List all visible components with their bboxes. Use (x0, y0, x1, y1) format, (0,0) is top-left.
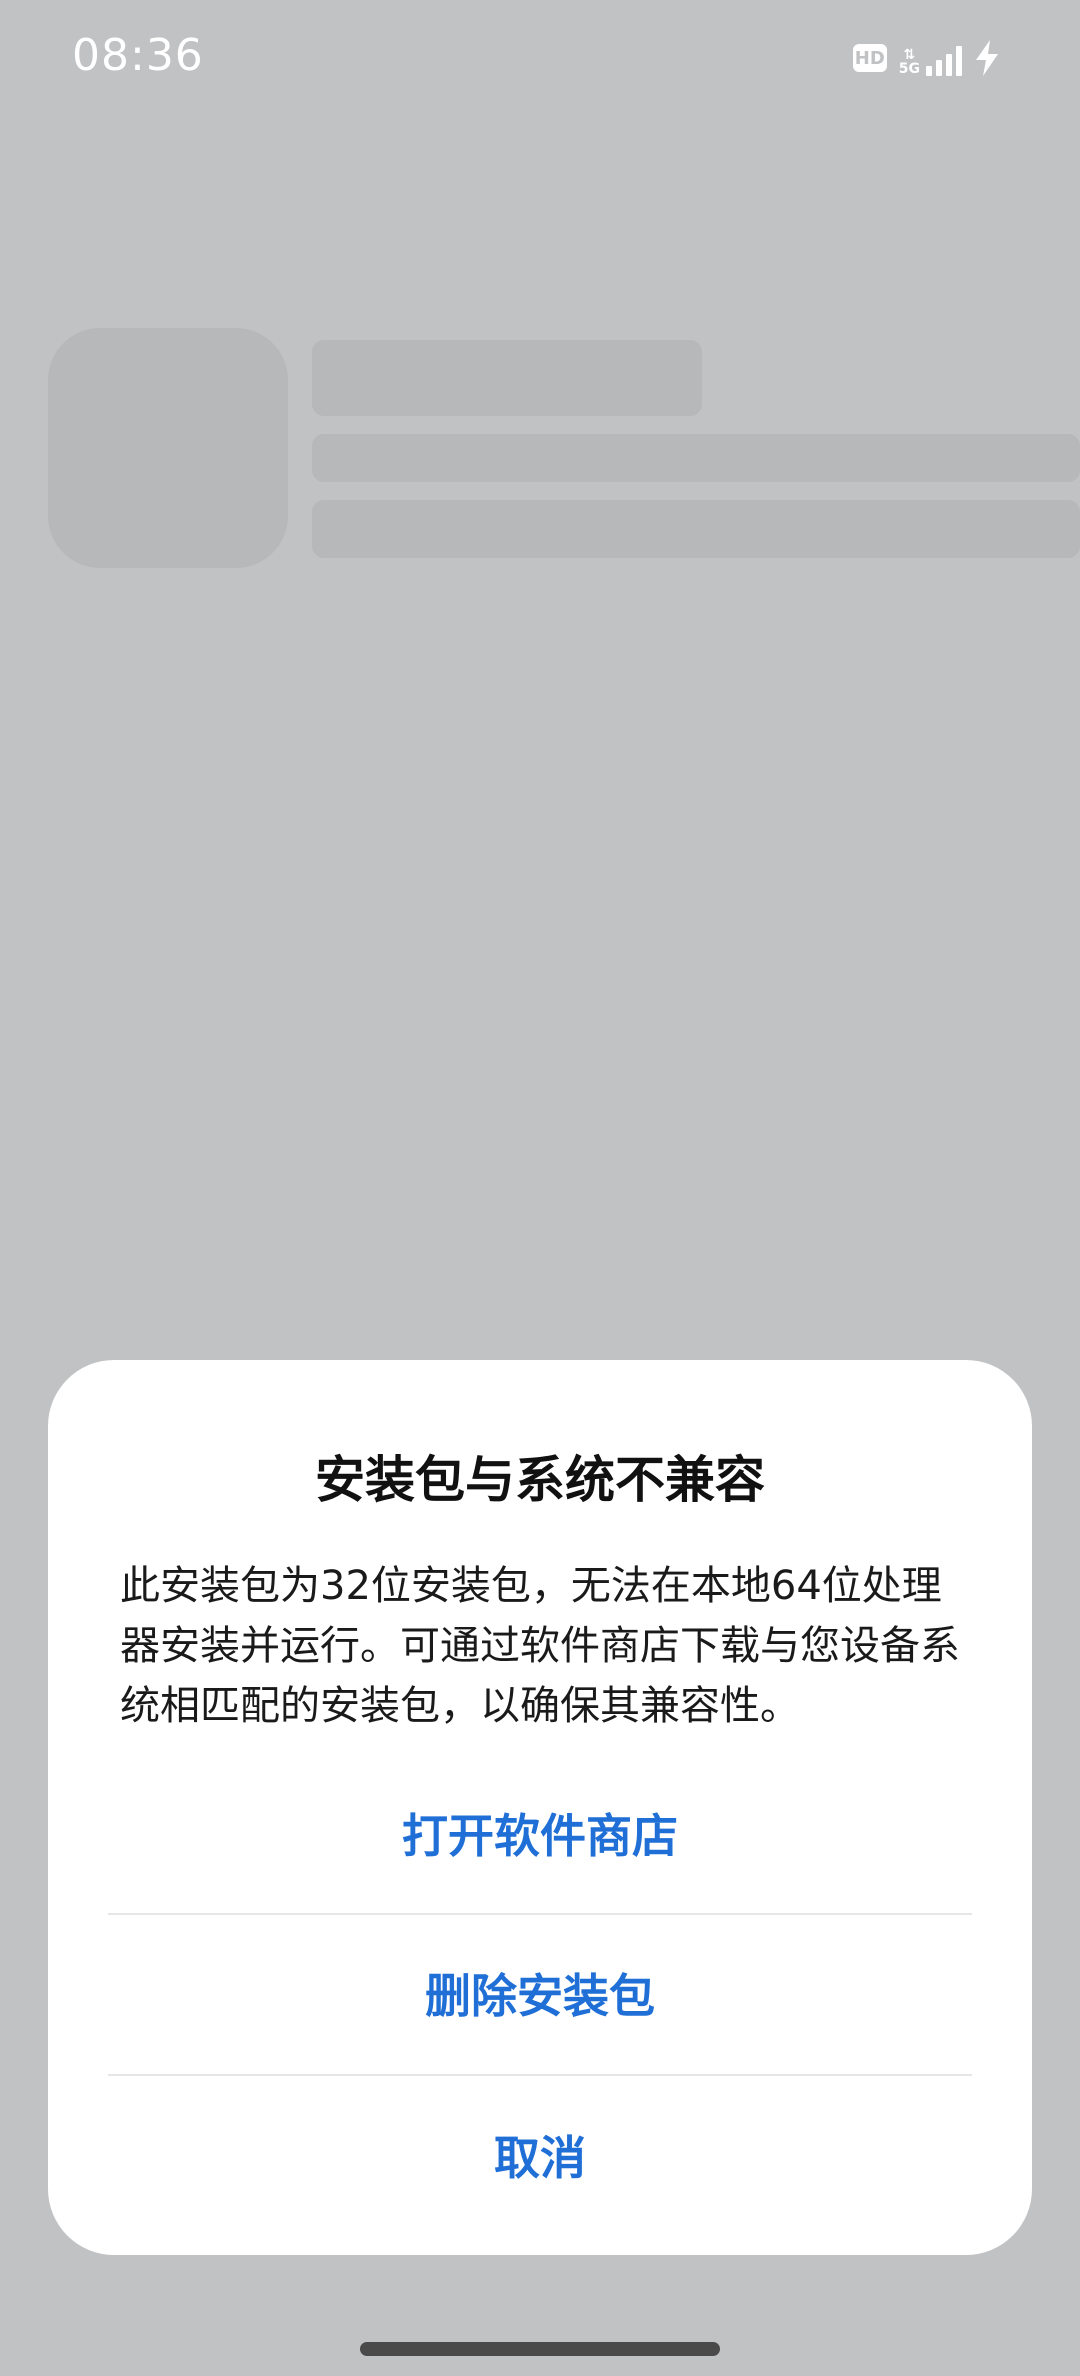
signal-5g-icon: ⇅ 5G (899, 40, 962, 76)
app-icon-placeholder (48, 328, 288, 568)
cancel-button[interactable]: 取消 (48, 2110, 1032, 2206)
charging-icon (976, 40, 998, 76)
data-arrows-icon: ⇅ (903, 47, 916, 63)
divider (108, 2074, 972, 2076)
signal-bar (936, 60, 942, 76)
signal-bar (926, 66, 932, 76)
app-info-placeholder (312, 500, 1080, 558)
dialog-title: 安装包与系统不兼容 (315, 1451, 765, 1509)
delete-package-button[interactable]: 删除安装包 (48, 1948, 1032, 2044)
hd-icon: HD (852, 44, 887, 72)
dialog-message: 此安装包为32位安装包，无法在本地64位处理器安装并运行。可通过软件商店下载与您… (120, 1563, 960, 1729)
status-bar: 08:36 HD ⇅ 5G (0, 0, 1080, 120)
network-label: 5G (898, 61, 920, 77)
signal-bar (956, 46, 962, 76)
signal-bars-icon (926, 46, 962, 76)
app-info-placeholder (312, 434, 1080, 482)
status-icons: HD ⇅ 5G (852, 38, 1000, 78)
incompatible-package-dialog: 安装包与系统不兼容 此安装包为32位安装包，无法在本地64位处理器安装并运行。可… (48, 1360, 1032, 2255)
home-indicator[interactable] (360, 2342, 720, 2356)
network-type: ⇅ 5G (899, 48, 920, 76)
open-store-button[interactable]: 打开软件商店 (48, 1788, 1032, 1884)
signal-bar (946, 54, 952, 76)
app-name-placeholder (312, 340, 702, 416)
status-time: 08:36 (72, 30, 204, 81)
divider (108, 1913, 972, 1915)
